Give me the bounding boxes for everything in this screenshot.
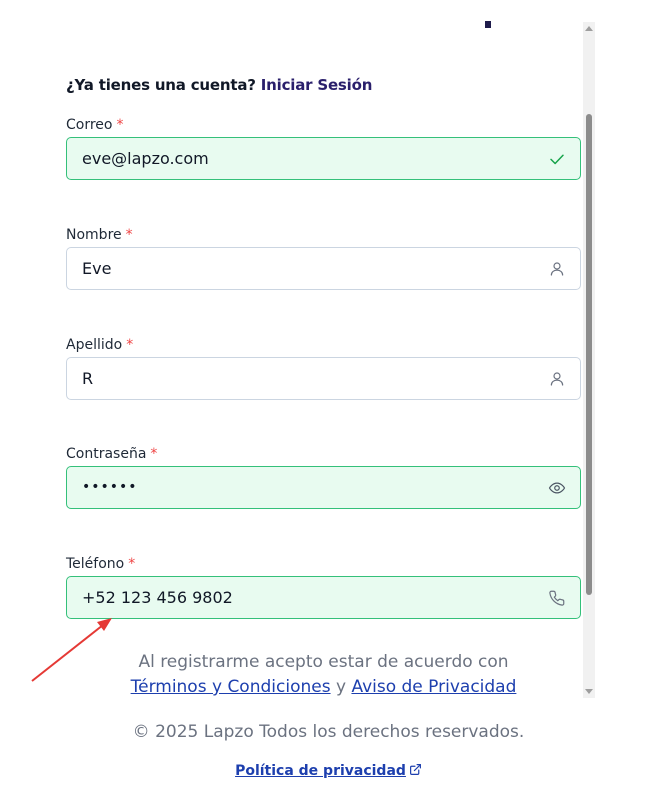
phone-field[interactable]: +52 123 456 9802 [66,576,581,619]
privacy-notice-link[interactable]: Aviso de Privacidad [351,677,516,697]
check-icon [548,150,566,168]
copyright-text: © 2025 Lapzo Todos los derechos reservad… [132,722,525,742]
scroll-down-arrow-icon[interactable] [585,689,593,694]
privacy-policy: Política de privacidad [0,763,657,779]
email-label: Correo * [66,117,123,133]
privacy-policy-link-text: Política de privacidad [235,763,406,779]
scrollbar[interactable] [583,22,595,698]
first-name-field[interactable]: Eve [66,247,581,290]
eye-icon[interactable] [548,479,566,497]
privacy-policy-link[interactable]: Política de privacidad [235,763,422,779]
agreement-links: Términos y Condiciones y Aviso de Privac… [66,675,581,700]
scroll-up-arrow-icon[interactable] [585,26,593,31]
password-field[interactable]: •••••• [66,466,581,509]
first-name-label: Nombre * [66,227,133,243]
login-question: ¿Ya tienes una cuenta? [66,76,256,94]
first-name-label-text: Nombre [66,227,122,243]
external-link-icon [409,764,421,775]
required-marker: * [116,117,124,133]
phone-label-text: Teléfono [66,556,125,572]
header-fragment [485,21,491,28]
phone-label: Teléfono * [66,556,135,572]
last-name-label-text: Apellido [66,337,123,353]
email-field[interactable]: eve@lapzo.com [66,137,581,180]
user-icon [548,260,566,278]
required-marker: * [125,227,133,243]
password-label-text: Contraseña [66,446,147,462]
terms-agreement: Al registrarme acepto estar de acuerdo c… [66,650,581,700]
agreement-text: Al registrarme acepto estar de acuerdo c… [138,652,509,672]
login-link[interactable]: Iniciar Sesión [261,76,373,94]
email-label-text: Correo [66,117,113,133]
user-icon [548,370,566,388]
phone-value: +52 123 456 9802 [82,588,233,607]
required-marker: * [126,337,134,353]
signup-page: ¿Ya tienes una cuenta? Iniciar Sesión Co… [0,0,657,798]
email-value: eve@lapzo.com [82,149,209,168]
last-name-label: Apellido * [66,337,133,353]
phone-icon [548,589,566,607]
first-name-value: Eve [82,259,112,278]
scrollbar-thumb[interactable] [586,114,592,595]
last-name-field[interactable]: R [66,357,581,400]
required-marker: * [150,446,158,462]
password-value: •••••• [82,479,138,495]
login-prompt: ¿Ya tienes una cuenta? Iniciar Sesión [66,76,372,94]
terms-link[interactable]: Términos y Condiciones [131,677,331,697]
agreement-connector: y [335,677,347,697]
password-label: Contraseña * [66,446,157,462]
required-marker: * [128,556,136,572]
last-name-value: R [82,369,94,388]
